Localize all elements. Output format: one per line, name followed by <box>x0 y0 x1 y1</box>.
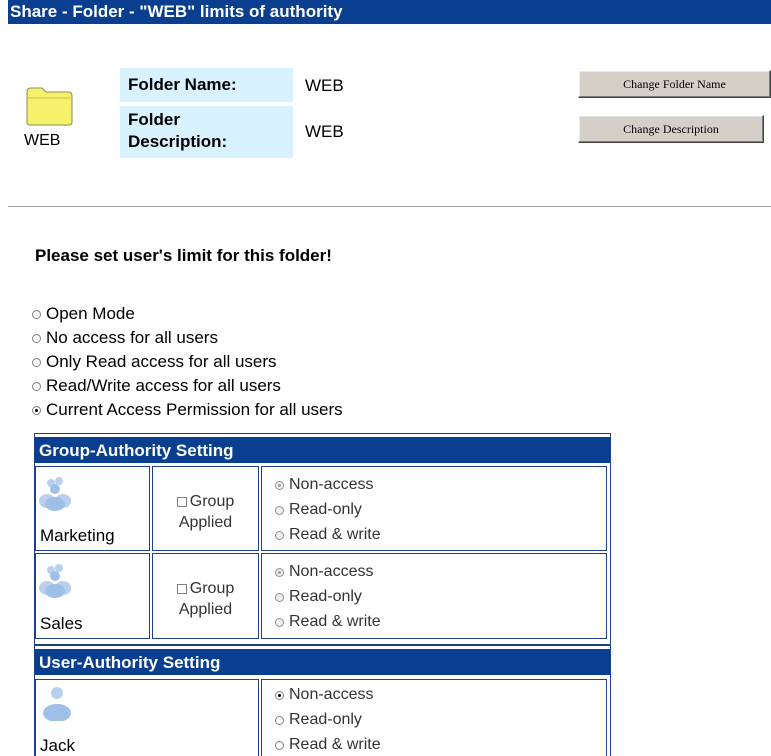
mode-label: No access for all users <box>46 328 218 347</box>
divider <box>8 206 771 207</box>
group-applied[interactable]: Group Applied <box>152 491 259 533</box>
radio-icon-selected[interactable] <box>32 405 41 415</box>
permission-option[interactable]: Non-access <box>275 686 373 704</box>
permission-option[interactable]: Read & write <box>275 613 381 631</box>
permission-option[interactable]: Non-access <box>275 563 373 581</box>
mode-current-permission[interactable]: Current Access Permission for all users <box>32 400 343 420</box>
permission-label: Read-only <box>289 501 362 518</box>
radio-icon[interactable] <box>32 357 41 367</box>
mode-label: Open Mode <box>46 304 135 323</box>
radio-icon[interactable] <box>275 505 284 515</box>
group-icon <box>39 477 71 511</box>
group-authority-header: Group-Authority Setting <box>35 437 610 464</box>
folder-caption: WEB <box>24 132 61 149</box>
permission-label: Read-only <box>289 588 362 605</box>
folder-description-label: Folder Description: <box>120 106 293 158</box>
user-authority-header: User-Authority Setting <box>35 649 610 676</box>
group-applied-checkbox[interactable] <box>176 583 187 594</box>
folder-icon <box>26 87 73 126</box>
radio-icon[interactable] <box>275 530 284 540</box>
mode-no-access[interactable]: No access for all users <box>32 328 218 348</box>
radio-icon-selected[interactable] <box>275 690 284 700</box>
folder-description-label-line2: Description: <box>128 132 228 151</box>
permission-option[interactable]: Read & write <box>275 736 381 754</box>
group-name: Marketing <box>40 526 115 545</box>
permission-label: Non-access <box>289 686 374 703</box>
radio-icon-selected[interactable] <box>275 567 284 577</box>
radio-icon[interactable] <box>32 333 41 343</box>
radio-icon[interactable] <box>275 740 284 750</box>
permission-option[interactable]: Read & write <box>275 526 381 544</box>
change-folder-name-button[interactable]: Change Folder Name <box>578 70 771 98</box>
group-name: Sales <box>40 614 83 633</box>
user-name: Jack <box>40 736 75 755</box>
radio-icon[interactable] <box>275 592 284 602</box>
permission-option[interactable]: Read-only <box>275 588 362 606</box>
folder-description-value: WEB <box>305 122 344 141</box>
permission-label: Read & write <box>289 526 381 543</box>
mode-label: Only Read access for all users <box>46 352 277 371</box>
permission-label: Non-access <box>289 563 374 580</box>
mode-open[interactable]: Open Mode <box>32 304 135 324</box>
permission-option[interactable]: Non-access <box>275 476 373 494</box>
group-applied-label-2: Applied <box>178 601 233 618</box>
group-applied-checkbox[interactable] <box>176 496 187 507</box>
mode-label: Read/Write access for all users <box>46 376 281 395</box>
radio-icon[interactable] <box>275 617 284 627</box>
group-applied-label-2: Applied <box>178 514 233 531</box>
folder-name-label: Folder Name: <box>120 68 293 102</box>
folder-description-label-line1: Folder <box>128 110 180 129</box>
mode-read-write[interactable]: Read/Write access for all users <box>32 376 281 396</box>
radio-icon[interactable] <box>275 715 284 725</box>
permission-label: Non-access <box>289 476 374 493</box>
permission-label: Read-only <box>289 711 362 728</box>
section-heading: Please set user's limit for this folder! <box>35 246 332 265</box>
group-applied-label: Group <box>189 580 235 597</box>
page-title: Share - Folder - "WEB" limits of authori… <box>8 0 771 24</box>
group-icon <box>39 564 71 598</box>
mode-label: Current Access Permission for all users <box>46 400 343 419</box>
mode-read-only[interactable]: Only Read access for all users <box>32 352 277 372</box>
group-applied-label: Group <box>189 493 235 510</box>
change-description-button[interactable]: Change Description <box>578 115 764 143</box>
group-applied[interactable]: Group Applied <box>152 578 259 620</box>
folder-name-label-text: Folder Name: <box>128 75 237 94</box>
permission-label: Read & write <box>289 613 381 630</box>
permission-option[interactable]: Read-only <box>275 501 362 519</box>
radio-icon[interactable] <box>32 381 41 391</box>
radio-icon[interactable] <box>32 309 41 319</box>
permission-label: Read & write <box>289 736 381 753</box>
radio-icon-selected[interactable] <box>275 480 284 490</box>
folder-name-value: WEB <box>305 76 344 95</box>
permission-option[interactable]: Read-only <box>275 711 362 729</box>
user-icon <box>43 687 71 721</box>
